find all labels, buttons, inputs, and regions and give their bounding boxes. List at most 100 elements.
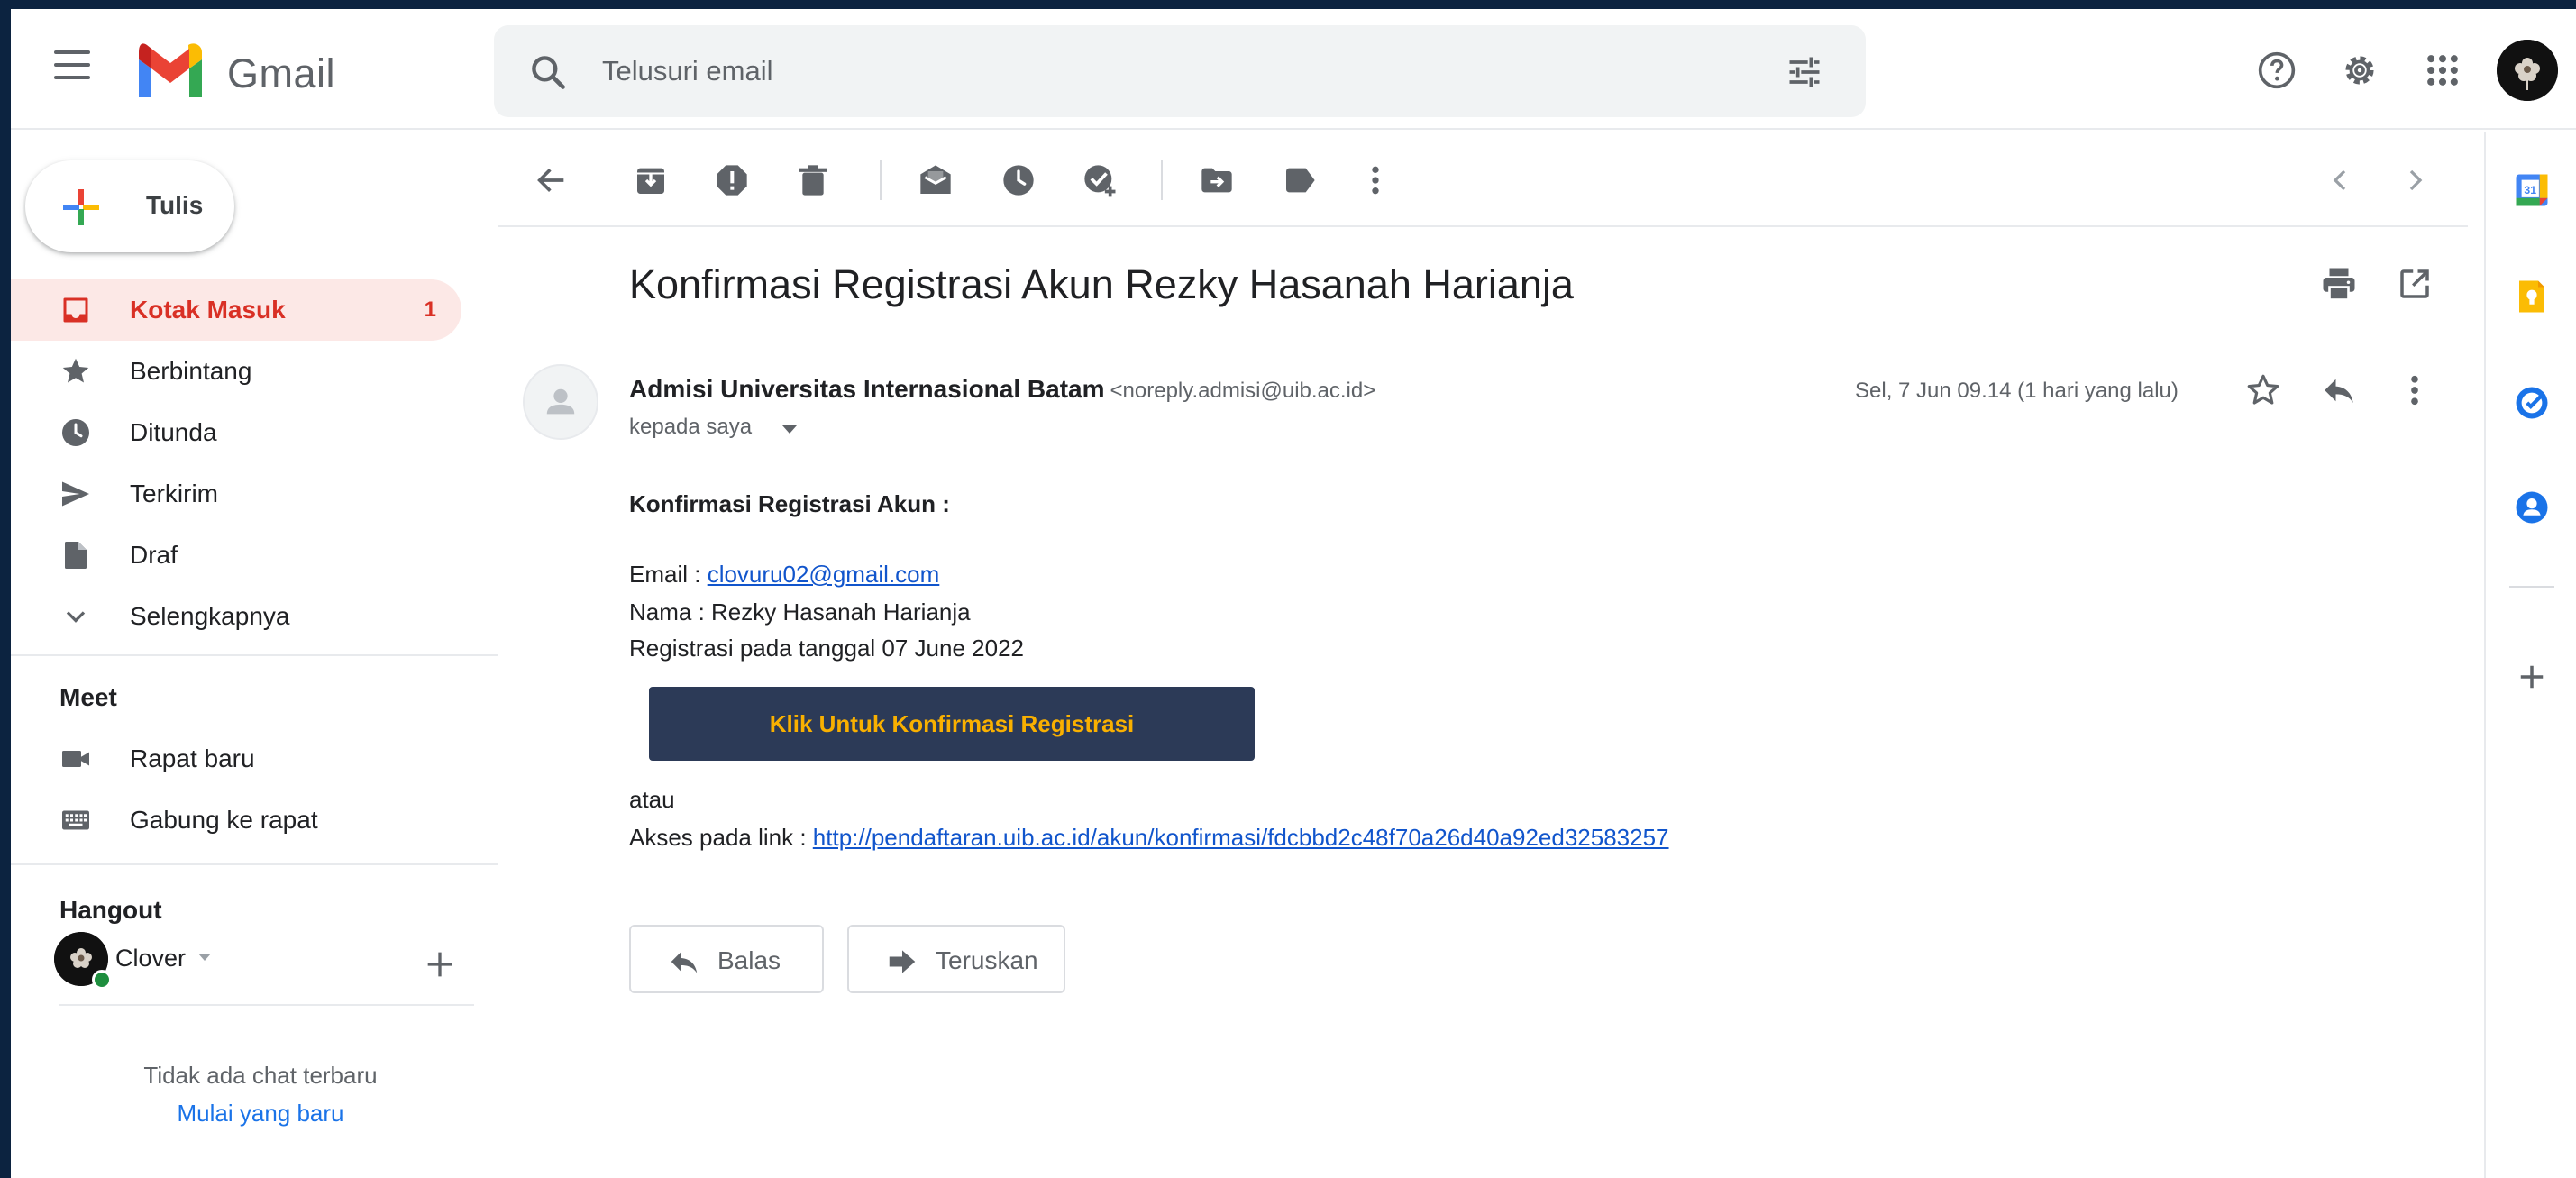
star-icon — [62, 358, 89, 383]
message-more-options-icon[interactable] — [2396, 371, 2434, 409]
delete-trash-icon[interactable] — [795, 162, 831, 198]
compose-label: Tulis — [146, 191, 204, 219]
hangout-divider — [59, 1004, 474, 1006]
link-label: Akses pada link : — [629, 824, 813, 851]
email-address-link[interactable]: clovuru02@gmail.com — [708, 561, 940, 588]
apps-grid-icon[interactable] — [2423, 50, 2462, 90]
snooze-clock-icon[interactable] — [1000, 162, 1037, 198]
nav-drafts-label: Draf — [130, 541, 178, 569]
nav-divider — [11, 654, 498, 656]
start-new-chat-link[interactable]: Mulai yang baru — [11, 1100, 510, 1128]
hangout-status-caret-icon[interactable] — [198, 954, 211, 961]
meet-divider — [11, 863, 498, 865]
archive-icon[interactable] — [633, 162, 669, 198]
side-panel: 31 — [2484, 132, 2576, 1178]
add-to-tasks-icon[interactable] — [1082, 162, 1118, 198]
meet-new-meeting-label: Rapat baru — [130, 744, 255, 772]
nav-sent-label: Terkirim — [130, 479, 218, 507]
email-body-email-line: Email : clovuru02@gmail.com — [629, 561, 939, 589]
email-body-heading: Konfirmasi Registrasi Akun : — [629, 490, 950, 517]
star-outline-icon[interactable] — [2244, 371, 2282, 409]
search-input[interactable] — [602, 25, 1720, 117]
online-status-indicator — [92, 970, 112, 990]
side-panel-divider — [2509, 586, 2554, 588]
top-bar: Gmail — [11, 9, 2576, 130]
search-icon[interactable] — [528, 52, 568, 92]
sender-avatar[interactable] — [523, 364, 598, 440]
keep-notes-icon[interactable] — [2513, 278, 2551, 315]
print-icon[interactable] — [2320, 265, 2358, 303]
send-icon — [62, 481, 89, 507]
search-bar[interactable] — [494, 25, 1866, 117]
reply-arrow-icon[interactable] — [2320, 371, 2358, 409]
reply-icon — [671, 951, 698, 973]
toolbar-separator — [1161, 160, 1163, 200]
meet-new-meeting[interactable]: Rapat baru — [11, 728, 461, 790]
reply-button[interactable]: Balas — [629, 925, 824, 993]
move-to-icon[interactable] — [1199, 162, 1235, 198]
chevron-down-icon — [66, 611, 86, 623]
sender-email: <noreply.admisi@uib.ac.id> — [1110, 379, 1376, 403]
new-conversation-plus-icon[interactable] — [422, 946, 458, 982]
nav-drafts[interactable]: Draf — [11, 525, 461, 586]
show-details-caret-icon[interactable] — [782, 425, 797, 434]
email-label: Email : — [629, 561, 708, 588]
confirmation-url-link[interactable]: http://pendaftaran.uib.ac.id/akun/konfir… — [813, 824, 1669, 851]
compose-button[interactable]: Tulis — [25, 160, 234, 252]
keyboard-icon — [62, 810, 89, 830]
svg-text:31: 31 — [2524, 184, 2536, 196]
email-body-or-text: atau — [629, 786, 675, 813]
newer-message-chevron-left-icon[interactable] — [2322, 162, 2358, 198]
mark-as-unread-icon[interactable] — [918, 162, 954, 198]
nav-more-label: Selengkapnya — [130, 602, 290, 630]
forward-button[interactable]: Teruskan — [847, 925, 1065, 993]
nav-sent[interactable]: Terkirim — [11, 463, 461, 525]
nav-inbox-label: Kotak Masuk — [130, 296, 286, 324]
no-recent-chats-text: Tidak ada chat terbaru — [143, 1062, 378, 1089]
settings-gear-icon[interactable] — [2340, 50, 2380, 90]
tasks-icon[interactable] — [2513, 384, 2551, 422]
meet-join-meeting[interactable]: Gabung ke rapat — [11, 790, 461, 851]
back-arrow-icon[interactable] — [534, 162, 570, 198]
clock-icon — [62, 419, 89, 446]
nav-inbox[interactable]: Kotak Masuk 1 — [11, 279, 461, 341]
meet-section-title: Meet — [59, 683, 117, 711]
search-options-icon[interactable] — [1785, 52, 1824, 92]
main-menu-icon[interactable] — [54, 50, 94, 87]
open-in-new-window-icon[interactable] — [2396, 265, 2434, 303]
toolbar-separator — [880, 160, 882, 200]
label-tag-icon[interactable] — [1282, 162, 1318, 198]
confirm-registration-button[interactable]: Klik Untuk Konfirmasi Registrasi — [649, 687, 1255, 761]
email-body-name-line: Nama : Rezky Hasanah Harianja — [629, 598, 971, 626]
report-spam-icon[interactable] — [714, 162, 750, 198]
meet-join-meeting-label: Gabung ke rapat — [130, 806, 318, 834]
get-add-ons-plus-icon[interactable] — [2513, 658, 2551, 696]
gmail-logo-icon[interactable] — [133, 41, 207, 97]
gmail-window: Gmail Telusuri email Tulis Kotak Masuk 1… — [11, 9, 2576, 1178]
inbox-unread-count: 1 — [424, 297, 436, 322]
more-options-vertical-icon[interactable] — [1357, 162, 1393, 198]
hangout-user-name[interactable]: Clover — [115, 945, 186, 973]
message-date: Sel, 7 Jun 09.14 (1 hari yang lalu) — [1855, 379, 2179, 403]
nav-snoozed-label: Ditunda — [130, 418, 217, 446]
calendar-icon[interactable]: 31 — [2513, 171, 2551, 209]
forward-button-label: Teruskan — [936, 946, 1038, 974]
message-toolbar — [498, 132, 2468, 227]
nav-snoozed[interactable]: Ditunda — [11, 402, 461, 463]
app-name[interactable]: Gmail — [227, 50, 335, 97]
reply-button-label: Balas — [717, 946, 781, 974]
older-message-chevron-right-icon[interactable] — [2398, 162, 2434, 198]
email-body-link-line: Akses pada link : http://pendaftaran.uib… — [629, 824, 1669, 852]
sender-name[interactable]: Admisi Universitas Internasional Batam — [629, 375, 1105, 403]
recipient-summary: kepada saya — [629, 415, 753, 439]
nav-starred[interactable]: Berbintang — [11, 341, 461, 402]
hangout-section-title: Hangout — [59, 896, 162, 924]
nav-starred-label: Berbintang — [130, 357, 252, 385]
account-avatar[interactable] — [2497, 40, 2558, 101]
nav-more[interactable]: Selengkapnya — [11, 586, 461, 647]
contacts-icon[interactable] — [2513, 489, 2551, 526]
draft-icon — [65, 542, 87, 569]
video-camera-icon — [62, 751, 89, 767]
forward-icon — [889, 950, 916, 973]
help-icon[interactable] — [2257, 50, 2297, 90]
